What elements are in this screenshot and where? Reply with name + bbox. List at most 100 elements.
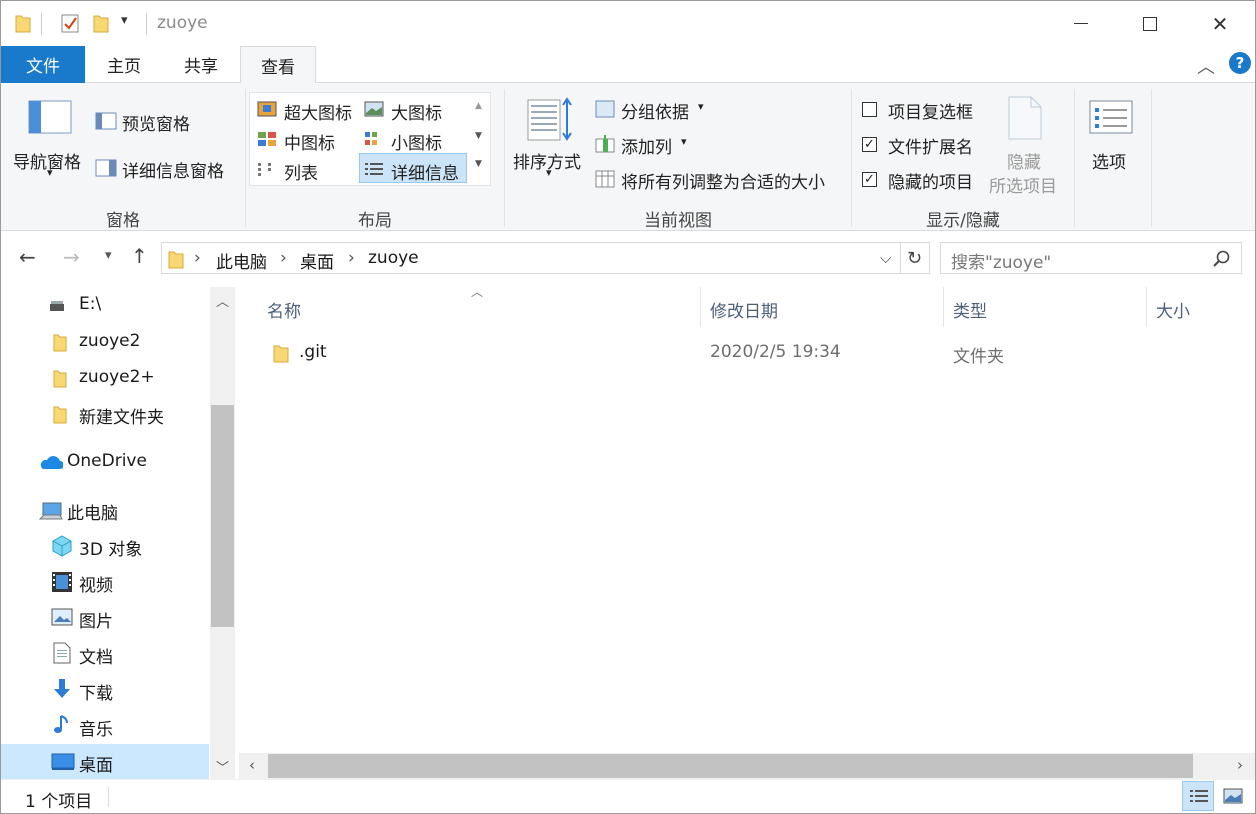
search-icon bbox=[1213, 250, 1230, 267]
column-divider[interactable] bbox=[1146, 287, 1147, 327]
breadcrumb-desktop[interactable]: 桌面 bbox=[300, 248, 334, 273]
address-dropdown-icon[interactable]: ⌵ bbox=[880, 249, 891, 267]
breadcrumb-separator[interactable]: › bbox=[194, 248, 201, 268]
item-checkboxes-label: 项目复选框 bbox=[888, 103, 973, 123]
close-icon: ✕ bbox=[1211, 11, 1229, 36]
properties-icon[interactable] bbox=[61, 13, 79, 33]
close-button[interactable]: ✕ bbox=[1185, 1, 1255, 46]
gallery-scroll-up-icon[interactable]: ▲ bbox=[475, 101, 482, 111]
table-row[interactable]: .git 2020/2/5 19:34 文件夹 bbox=[239, 337, 1249, 371]
minimize-button[interactable] bbox=[1046, 1, 1116, 46]
tab-file[interactable]: 文件 bbox=[1, 46, 85, 83]
scrollbar-thumb[interactable] bbox=[268, 754, 1193, 778]
scroll-down-icon[interactable]: ﹀ bbox=[216, 757, 229, 776]
breadcrumb-zuoye[interactable]: zuoye bbox=[368, 248, 419, 268]
collapse-ribbon-icon[interactable]: ︿ bbox=[1197, 53, 1215, 79]
add-columns-button[interactable]: 添加列 bbox=[621, 133, 672, 158]
details-view-icon bbox=[1190, 790, 1208, 802]
ribbon-tabs: 文件 主页 共享 查看 ︿ ? bbox=[1, 46, 1255, 84]
search-input-placeholder[interactable]: 搜索"zuoye" bbox=[951, 248, 1051, 273]
layout-large-icons[interactable]: 大图标 bbox=[391, 99, 442, 124]
file-extensions-checkbox[interactable]: ✓ bbox=[862, 137, 877, 152]
nav-item-documents[interactable]: 文档 bbox=[1, 636, 209, 672]
hide-selected-icon bbox=[1008, 96, 1042, 140]
help-icon[interactable]: ? bbox=[1229, 52, 1251, 74]
breadcrumb-separator[interactable]: › bbox=[280, 248, 287, 268]
refresh-icon: ↻ bbox=[906, 247, 923, 269]
title-bar: ▾ zuoye ✕ bbox=[1, 1, 1255, 46]
breadcrumb-this-pc[interactable]: 此电脑 bbox=[216, 248, 267, 273]
recent-locations-icon[interactable]: ▾ bbox=[105, 248, 112, 263]
nav-item-videos[interactable]: 视频 bbox=[1, 564, 209, 600]
nav-item-zuoye2-plus[interactable]: zuoye2+ bbox=[1, 360, 209, 396]
options-button[interactable]: 选项 bbox=[1092, 148, 1126, 173]
column-header-size[interactable]: 大小 bbox=[1156, 297, 1190, 322]
nav-item-new-folder[interactable]: 新建文件夹 bbox=[1, 396, 209, 432]
navigation-pane: E:\ zuoye2 zuoye2+ 新建文件夹 OneDrive 此电脑 3D… bbox=[1, 287, 235, 780]
nav-item-3d-objects[interactable]: 3D 对象 bbox=[1, 528, 209, 564]
scroll-left-icon[interactable]: ‹ bbox=[249, 756, 255, 774]
details-view-button[interactable] bbox=[1182, 781, 1214, 811]
item-checkboxes-checkbox[interactable] bbox=[862, 102, 877, 117]
layout-small-icons[interactable]: 小图标 bbox=[391, 129, 442, 154]
size-all-columns-button[interactable]: 将所有列调整为合适的大小 bbox=[621, 168, 825, 193]
tab-view[interactable]: 查看 bbox=[240, 46, 316, 84]
maximize-button[interactable] bbox=[1115, 1, 1185, 46]
forward-arrow-icon[interactable]: → bbox=[63, 245, 80, 269]
nav-item-pictures[interactable]: 图片 bbox=[1, 600, 209, 636]
layout-extra-large-icons[interactable]: 超大图标 bbox=[284, 99, 352, 124]
hidden-items-checkbox[interactable]: ✓ bbox=[862, 172, 877, 187]
group-divider bbox=[1151, 89, 1152, 227]
hide-selected-button[interactable]: 隐藏 bbox=[1007, 148, 1041, 173]
explorer-window: ▾ zuoye ✕ 文件 主页 共享 查看 ︿ ? 导航窗格 ▾ 预览窗格 详细… bbox=[0, 0, 1256, 814]
nav-item-e-drive[interactable]: E:\ bbox=[1, 287, 209, 323]
gallery-more-icon[interactable]: ▼ bbox=[475, 159, 482, 169]
column-header-modified[interactable]: 修改日期 bbox=[710, 297, 778, 322]
hidden-items-label: 隐藏的项目 bbox=[888, 173, 973, 193]
scrollbar-thumb[interactable] bbox=[211, 405, 234, 627]
medium-icons-icon bbox=[258, 132, 276, 146]
large-icons-icon bbox=[1223, 788, 1243, 804]
details-pane-button[interactable]: 详细信息窗格 bbox=[122, 157, 224, 182]
column-header-type[interactable]: 类型 bbox=[953, 297, 987, 322]
layout-medium-icons[interactable]: 中图标 bbox=[284, 129, 335, 154]
nav-item-desktop[interactable]: 桌面 bbox=[1, 744, 209, 780]
scroll-up-icon[interactable]: ︿ bbox=[216, 291, 229, 310]
large-icons-icon bbox=[364, 101, 384, 117]
search-box[interactable]: 搜索"zuoye" bbox=[940, 242, 1242, 274]
nav-item-onedrive[interactable]: OneDrive bbox=[1, 444, 209, 480]
horizontal-scrollbar[interactable]: ‹ › bbox=[239, 753, 1255, 779]
nav-item-zuoye2[interactable]: zuoye2 bbox=[1, 324, 209, 360]
column-divider[interactable] bbox=[943, 287, 944, 327]
scroll-right-icon[interactable]: › bbox=[1237, 756, 1243, 774]
nav-item-downloads[interactable]: 下载 bbox=[1, 672, 209, 708]
gallery-scroll-down-icon[interactable]: ▼ bbox=[475, 131, 482, 141]
back-arrow-icon[interactable]: ← bbox=[19, 245, 36, 269]
nav-item-music[interactable]: 音乐 bbox=[1, 708, 209, 744]
nav-item-label: OneDrive bbox=[67, 451, 147, 471]
nav-item-this-pc[interactable]: 此电脑 bbox=[1, 492, 209, 528]
refresh-button[interactable]: ↻ bbox=[900, 242, 930, 274]
sort-by-icon bbox=[527, 97, 572, 141]
preview-pane-button[interactable]: 预览窗格 bbox=[122, 110, 190, 135]
breadcrumb-separator[interactable]: › bbox=[348, 248, 355, 268]
nav-pane-scrollbar[interactable]: ︿ ﹀ bbox=[210, 287, 235, 779]
address-bar[interactable]: › 此电脑 › 桌面 › zuoye ⌵ bbox=[161, 242, 901, 274]
nav-item-label: zuoye2+ bbox=[79, 367, 155, 387]
layout-list[interactable]: 列表 bbox=[284, 159, 318, 184]
column-header-name[interactable]: 名称 bbox=[267, 297, 301, 322]
column-divider[interactable] bbox=[700, 287, 701, 327]
add-columns-icon bbox=[595, 135, 615, 153]
list-icon bbox=[258, 163, 271, 176]
tab-home[interactable]: 主页 bbox=[89, 46, 159, 83]
divider bbox=[146, 13, 147, 35]
tab-share[interactable]: 共享 bbox=[165, 46, 237, 83]
group-by-button[interactable]: 分组依据 bbox=[621, 98, 689, 123]
navigation-pane-icon bbox=[28, 100, 72, 134]
customize-qat-icon[interactable]: ▾ bbox=[121, 13, 128, 28]
layout-details[interactable]: 详细信息 bbox=[391, 159, 459, 184]
new-folder-icon[interactable] bbox=[93, 13, 109, 33]
folder-icon bbox=[53, 370, 67, 388]
up-arrow-icon[interactable]: ↑ bbox=[131, 244, 148, 268]
large-icons-view-button[interactable] bbox=[1217, 781, 1249, 811]
